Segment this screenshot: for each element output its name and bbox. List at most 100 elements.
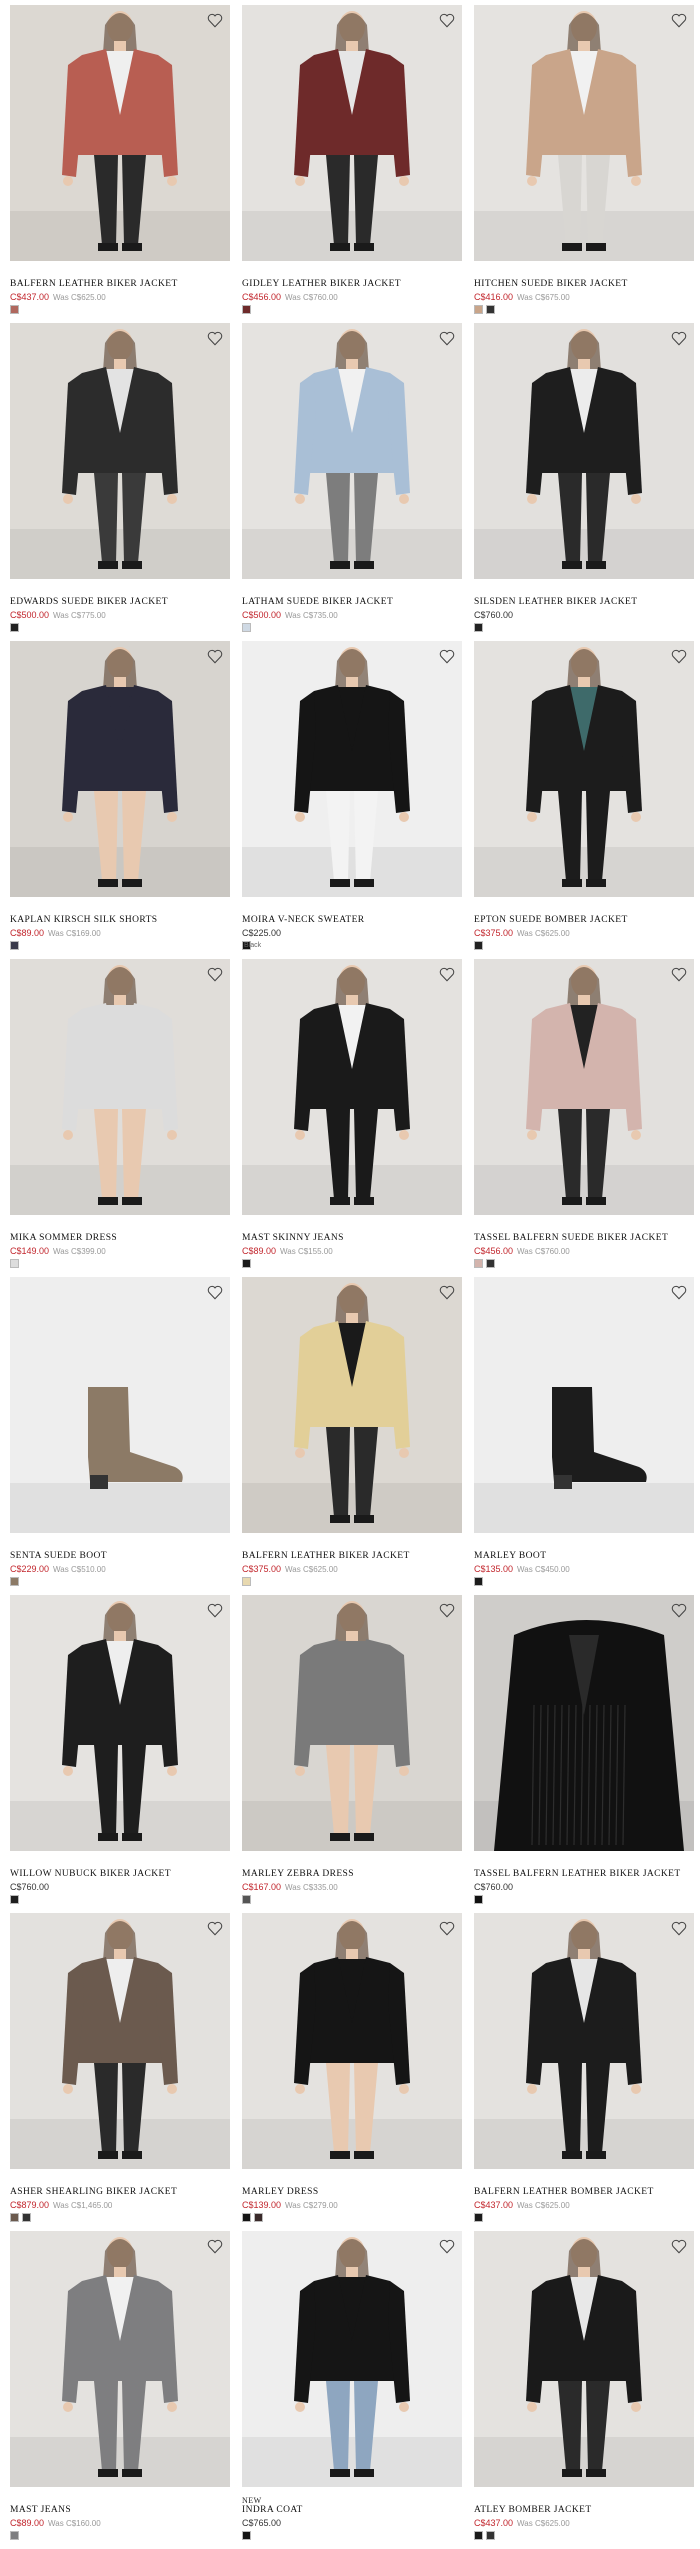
heart-icon[interactable] [438,1919,456,1937]
heart-icon[interactable] [670,1601,688,1619]
product-card[interactable]: MARLEY ZEBRA DRESS C$167.00 Was C$335.00 [242,1595,462,1913]
product-name[interactable]: WILLOW NUBUCK BIKER JACKET [10,1869,171,1879]
product-name[interactable]: MARLEY BOOT [474,1551,546,1561]
product-card[interactable]: ATLEY BOMBER JACKET C$437.00 Was C$625.00 [474,2231,694,2549]
heart-icon[interactable] [206,329,224,347]
product-name[interactable]: MARLEY DRESS [242,2187,319,2197]
product-name[interactable]: BALFERN LEATHER BOMBER JACKET [474,2187,654,2197]
color-swatch[interactable] [474,1259,483,1268]
product-name[interactable]: LATHAM SUEDE BIKER JACKET [242,597,393,607]
color-swatch[interactable] [474,2213,483,2222]
heart-icon[interactable] [206,965,224,983]
product-name[interactable]: TASSEL BALFERN SUEDE BIKER JACKET [474,1233,668,1243]
heart-icon[interactable] [206,11,224,29]
product-name[interactable]: ASHER SHEARLING BIKER JACKET [10,2187,177,2197]
heart-icon[interactable] [670,2237,688,2255]
color-swatch[interactable] [242,305,251,314]
heart-icon[interactable] [670,1919,688,1937]
product-card[interactable]: BALFERN LEATHER BIKER JACKET C$437.00 Was … [10,5,230,323]
color-swatch[interactable] [242,623,251,632]
heart-icon[interactable] [670,965,688,983]
color-swatch[interactable] [242,1577,251,1586]
product-image[interactable] [10,2231,230,2487]
product-name[interactable]: MAST JEANS [10,2505,71,2515]
color-swatch[interactable] [10,1895,19,1904]
color-swatch[interactable] [474,1895,483,1904]
color-swatch[interactable] [486,1259,495,1268]
heart-icon[interactable] [206,2237,224,2255]
heart-icon[interactable] [438,11,456,29]
product-name[interactable]: SENTA SUEDE BOOT [10,1551,107,1561]
color-swatch[interactable] [10,1577,19,1586]
color-swatch[interactable] [474,1577,483,1586]
product-image[interactable] [242,2231,462,2487]
product-card[interactable]: NEW INDRA COAT C$765.00 [242,2231,462,2549]
heart-icon[interactable] [206,1283,224,1301]
product-image[interactable] [474,641,694,897]
product-name[interactable]: BALFERN LEATHER BIKER JACKET [242,1551,410,1561]
heart-icon[interactable] [670,329,688,347]
color-swatch[interactable] [486,2531,495,2540]
product-card[interactable]: SILSDEN LEATHER BIKER JACKET C$760.00 [474,323,694,641]
product-image[interactable] [10,323,230,579]
color-swatch[interactable] [22,2213,31,2222]
heart-icon[interactable] [670,1283,688,1301]
product-card[interactable]: MAST SKINNY JEANS C$89.00 Was C$155.00 [242,959,462,1277]
product-card[interactable]: MIKA SOMMER DRESS C$149.00 Was C$399.00 [10,959,230,1277]
product-card[interactable]: MAST JEANS C$89.00 Was C$160.00 [10,2231,230,2549]
color-swatch[interactable] [474,305,483,314]
product-image[interactable] [10,5,230,261]
product-card[interactable]: KAPLAN KIRSCH SILK SHORTS C$89.00 Was C$16… [10,641,230,959]
product-image[interactable] [474,2231,694,2487]
product-card[interactable]: BALFERN LEATHER BOMBER JACKET C$437.00 Was… [474,1913,694,2231]
product-image[interactable] [474,5,694,261]
product-image[interactable] [474,959,694,1215]
product-image[interactable] [474,323,694,579]
product-image[interactable] [242,323,462,579]
product-card[interactable]: MOIRA V-NECK SWEATER C$225.00 Black [242,641,462,959]
color-swatch[interactable] [10,623,19,632]
product-name[interactable]: TASSEL BALFERN LEATHER BIKER JACKET [474,1869,681,1879]
color-swatch[interactable] [242,2213,251,2222]
product-image[interactable] [242,1913,462,2169]
product-image[interactable] [242,959,462,1215]
product-card[interactable]: SENTA SUEDE BOOT C$229.00 Was C$510.00 [10,1277,230,1595]
product-card[interactable]: GIDLEY LEATHER BIKER JACKET C$456.00 Was C… [242,5,462,323]
product-image[interactable] [474,1277,694,1533]
heart-icon[interactable] [438,329,456,347]
product-card[interactable]: ASHER SHEARLING BIKER JACKET C$879.00 Was … [10,1913,230,2231]
product-image[interactable] [474,1595,694,1851]
product-card[interactable]: BALFERN LEATHER BIKER JACKET C$375.00 Was … [242,1277,462,1595]
heart-icon[interactable] [206,1601,224,1619]
heart-icon[interactable] [206,1919,224,1937]
product-image[interactable] [10,1277,230,1533]
product-name[interactable]: GIDLEY LEATHER BIKER JACKET [242,279,401,289]
color-swatch[interactable] [254,2213,263,2222]
heart-icon[interactable] [438,965,456,983]
product-card[interactable]: MARLEY BOOT C$135.00 Was C$450.00 [474,1277,694,1595]
product-image[interactable] [242,5,462,261]
product-name[interactable]: HITCHEN SUEDE BIKER JACKET [474,279,628,289]
heart-icon[interactable] [438,647,456,665]
product-image[interactable] [242,641,462,897]
product-name[interactable]: EPTON SUEDE BOMBER JACKET [474,915,628,925]
color-swatch[interactable] [242,2531,251,2540]
product-name[interactable]: MOIRA V-NECK SWEATER [242,915,365,925]
product-name[interactable]: BALFERN LEATHER BIKER JACKET [10,279,178,289]
heart-icon[interactable] [670,11,688,29]
product-name[interactable]: KAPLAN KIRSCH SILK SHORTS [10,915,157,925]
product-name[interactable]: MARLEY ZEBRA DRESS [242,1869,354,1879]
color-swatch[interactable] [242,1895,251,1904]
product-card[interactable]: LATHAM SUEDE BIKER JACKET C$500.00 Was C$7… [242,323,462,641]
product-name[interactable]: MAST SKINNY JEANS [242,1233,344,1243]
color-swatch[interactable] [486,305,495,314]
product-card[interactable]: EDWARDS SUEDE BIKER JACKET C$500.00 Was C$… [10,323,230,641]
color-swatch[interactable] [10,305,19,314]
product-name[interactable]: INDRA COAT [242,2505,303,2515]
color-swatch[interactable] [474,2531,483,2540]
heart-icon[interactable] [438,2237,456,2255]
product-name[interactable]: EDWARDS SUEDE BIKER JACKET [10,597,168,607]
product-image[interactable] [474,1913,694,2169]
color-swatch[interactable] [474,623,483,632]
product-card[interactable]: HITCHEN SUEDE BIKER JACKET C$416.00 Was C$… [474,5,694,323]
